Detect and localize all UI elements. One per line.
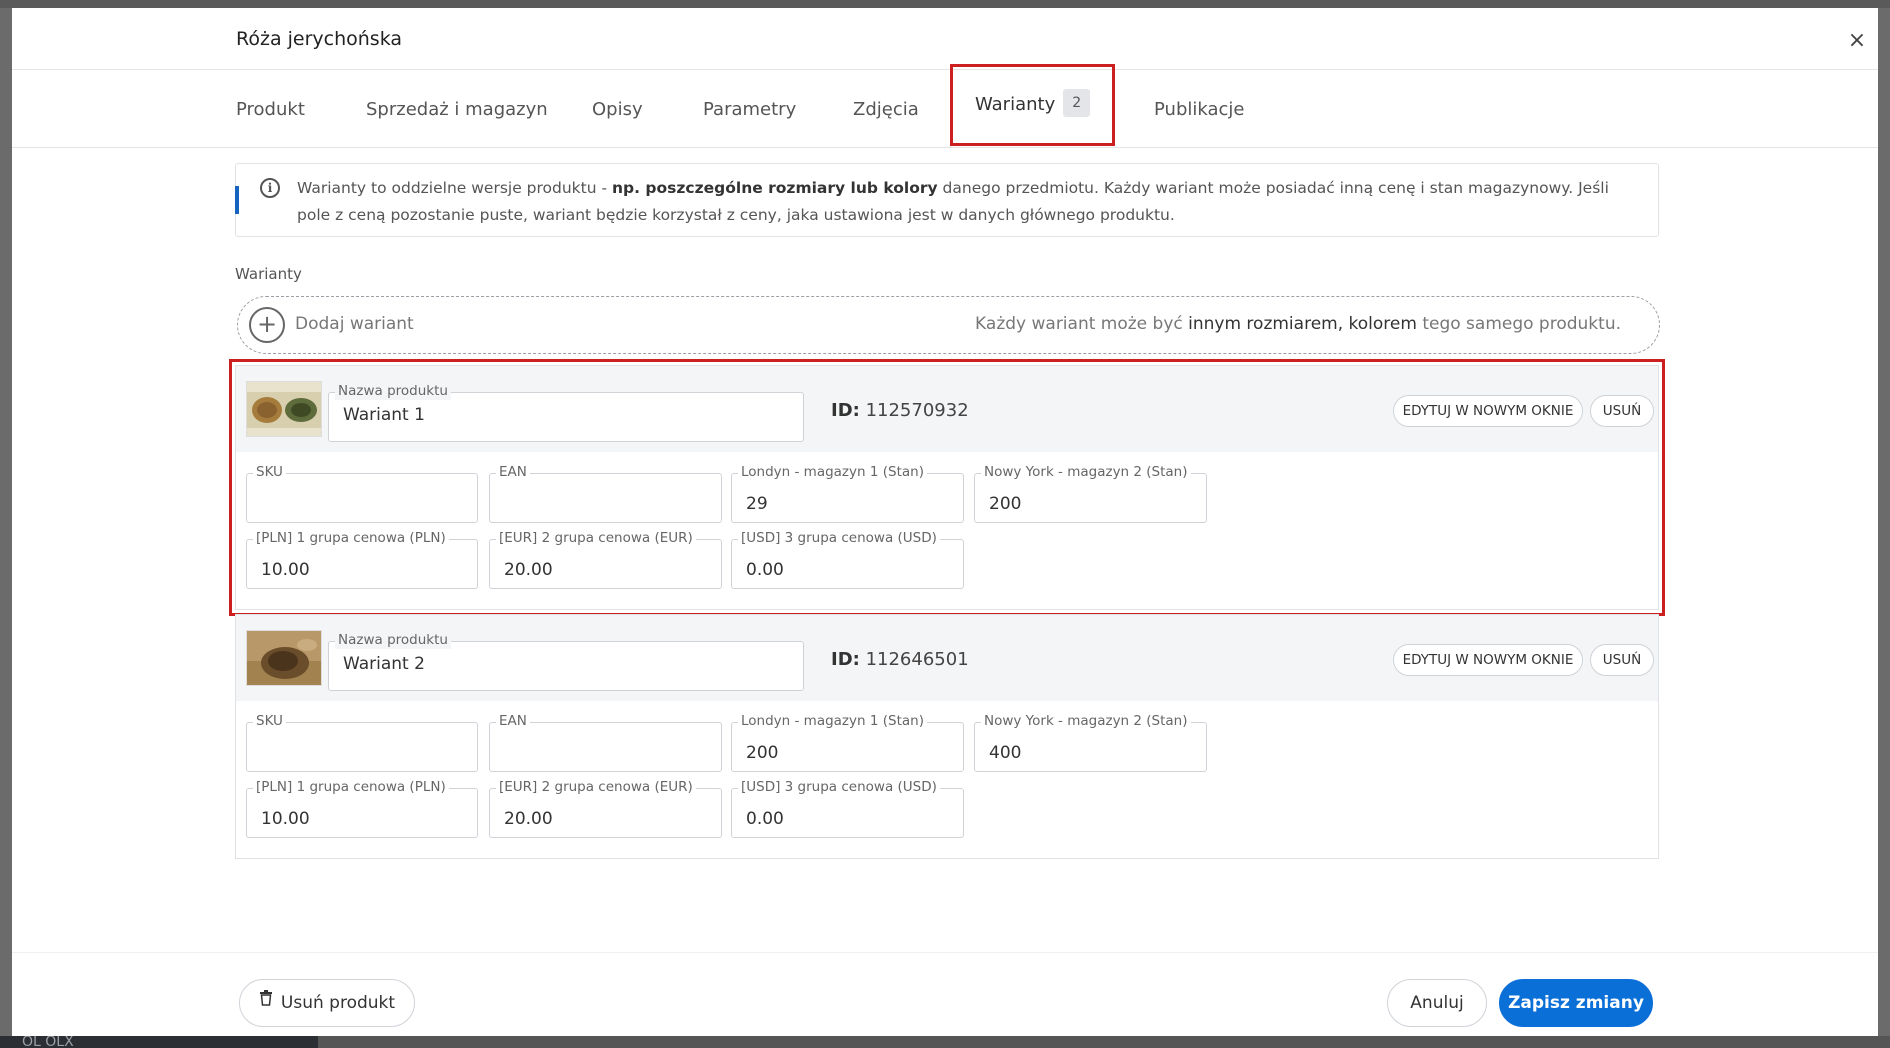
stock-london-field[interactable]: Londyn - magazyn 1 (Stan) 29 (731, 464, 964, 523)
close-icon[interactable]: × (1846, 30, 1868, 52)
delete-variant-button[interactable]: USUŃ (1590, 644, 1654, 676)
price-usd-field[interactable]: [USD] 3 grupa cenowa (USD) 0.00 (731, 779, 964, 838)
stock-new-york-field[interactable]: Nowy York - magazyn 2 (Stan) 200 (974, 464, 1207, 523)
stock-new-york-field[interactable]: Nowy York - magazyn 2 (Stan) 400 (974, 713, 1207, 772)
add-variant-button[interactable]: + Dodaj wariant Każdy wariant może być i… (237, 296, 1660, 354)
sku-field[interactable]: SKU (246, 464, 478, 523)
delete-product-label: Usuń produkt (280, 993, 396, 1013)
tab-warianty[interactable]: Warianty 2 (950, 64, 1116, 146)
variants-section-label: Warianty (235, 265, 302, 283)
variant-name-field[interactable]: Nazwa produktu Wariant 1 (328, 383, 804, 442)
modal-footer: Usuń produkt Anuluj Zapisz zmiany (12, 952, 1878, 1036)
variant-name-field[interactable]: Nazwa produktu Wariant 2 (328, 632, 804, 691)
delete-variant-button[interactable]: USUŃ (1590, 395, 1654, 427)
variant-card-header: Nazwa produktu Wariant 2 ID: 112646501 E… (236, 615, 1658, 701)
save-changes-button[interactable]: Zapisz zmiany (1499, 979, 1653, 1027)
plus-icon: + (249, 307, 285, 343)
modal-title: Róża jerychońska (236, 28, 403, 50)
variant-thumbnail[interactable] (246, 381, 322, 437)
modal-header: Róża jerychońska × (12, 8, 1878, 70)
backdrop-sidebar-text: OL OLX (22, 1034, 74, 1048)
variant-id: ID: 112570932 (831, 400, 969, 421)
info-text: Warianty to oddzielne wersje produktu - … (297, 179, 1609, 224)
product-modal: Róża jerychońska × Produkt Sprzedaż i ma… (12, 8, 1878, 1036)
tab-bar: Produkt Sprzedaż i magazyn Opisy Paramet… (12, 64, 1878, 148)
price-eur-field[interactable]: [EUR] 2 grupa cenowa (EUR) 20.00 (489, 779, 722, 838)
variant-id: ID: 112646501 (831, 649, 969, 670)
tab-parametry[interactable]: Parametry (703, 71, 796, 148)
delete-product-button[interactable]: Usuń produkt (239, 979, 415, 1027)
cancel-button[interactable]: Anuluj (1387, 979, 1487, 1027)
variant-thumbnail[interactable] (246, 630, 322, 686)
info-box: i Warianty to oddzielne wersje produktu … (235, 163, 1659, 237)
tab-zdjecia[interactable]: Zdjęcia (853, 71, 919, 148)
tab-opisy[interactable]: Opisy (592, 71, 643, 148)
backdrop-top (0, 0, 1890, 8)
variant-card-1: Nazwa produktu Wariant 1 ID: 112570932 E… (229, 359, 1665, 616)
info-accent-bar (235, 186, 239, 214)
tab-publikacje[interactable]: Publikacje (1154, 71, 1244, 148)
variant-card-header: Nazwa produktu Wariant 1 ID: 112570932 E… (236, 366, 1658, 452)
price-pln-field[interactable]: [PLN] 1 grupa cenowa (PLN) 10.00 (246, 530, 478, 589)
tab-warianty-count-badge: 2 (1063, 89, 1091, 117)
content-area: i Warianty to oddzielne wersje produktu … (12, 149, 1878, 949)
price-eur-field[interactable]: [EUR] 2 grupa cenowa (EUR) 20.00 (489, 530, 722, 589)
ean-field[interactable]: EAN (489, 464, 722, 523)
info-icon: i (260, 178, 280, 198)
add-variant-label: Dodaj wariant (295, 314, 414, 334)
price-pln-field[interactable]: [PLN] 1 grupa cenowa (PLN) 10.00 (246, 779, 478, 838)
trash-icon (259, 978, 273, 1024)
variant-card-2: Nazwa produktu Wariant 2 ID: 112646501 E… (235, 614, 1659, 859)
edit-in-new-window-button[interactable]: EDYTUJ W NOWYM OKNIE (1393, 644, 1583, 676)
tab-warianty-label: Warianty (975, 94, 1056, 115)
stock-london-field[interactable]: Londyn - magazyn 1 (Stan) 200 (731, 713, 964, 772)
price-usd-field[interactable]: [USD] 3 grupa cenowa (USD) 0.00 (731, 530, 964, 589)
tab-produkt[interactable]: Produkt (236, 71, 305, 148)
sku-field[interactable]: SKU (246, 713, 478, 772)
ean-field[interactable]: EAN (489, 713, 722, 772)
edit-in-new-window-button[interactable]: EDYTUJ W NOWYM OKNIE (1393, 395, 1583, 427)
add-variant-hint: Każdy wariant może być innym rozmiarem, … (975, 314, 1621, 334)
tab-sprzedaz-i-magazyn[interactable]: Sprzedaż i magazyn (366, 71, 548, 148)
